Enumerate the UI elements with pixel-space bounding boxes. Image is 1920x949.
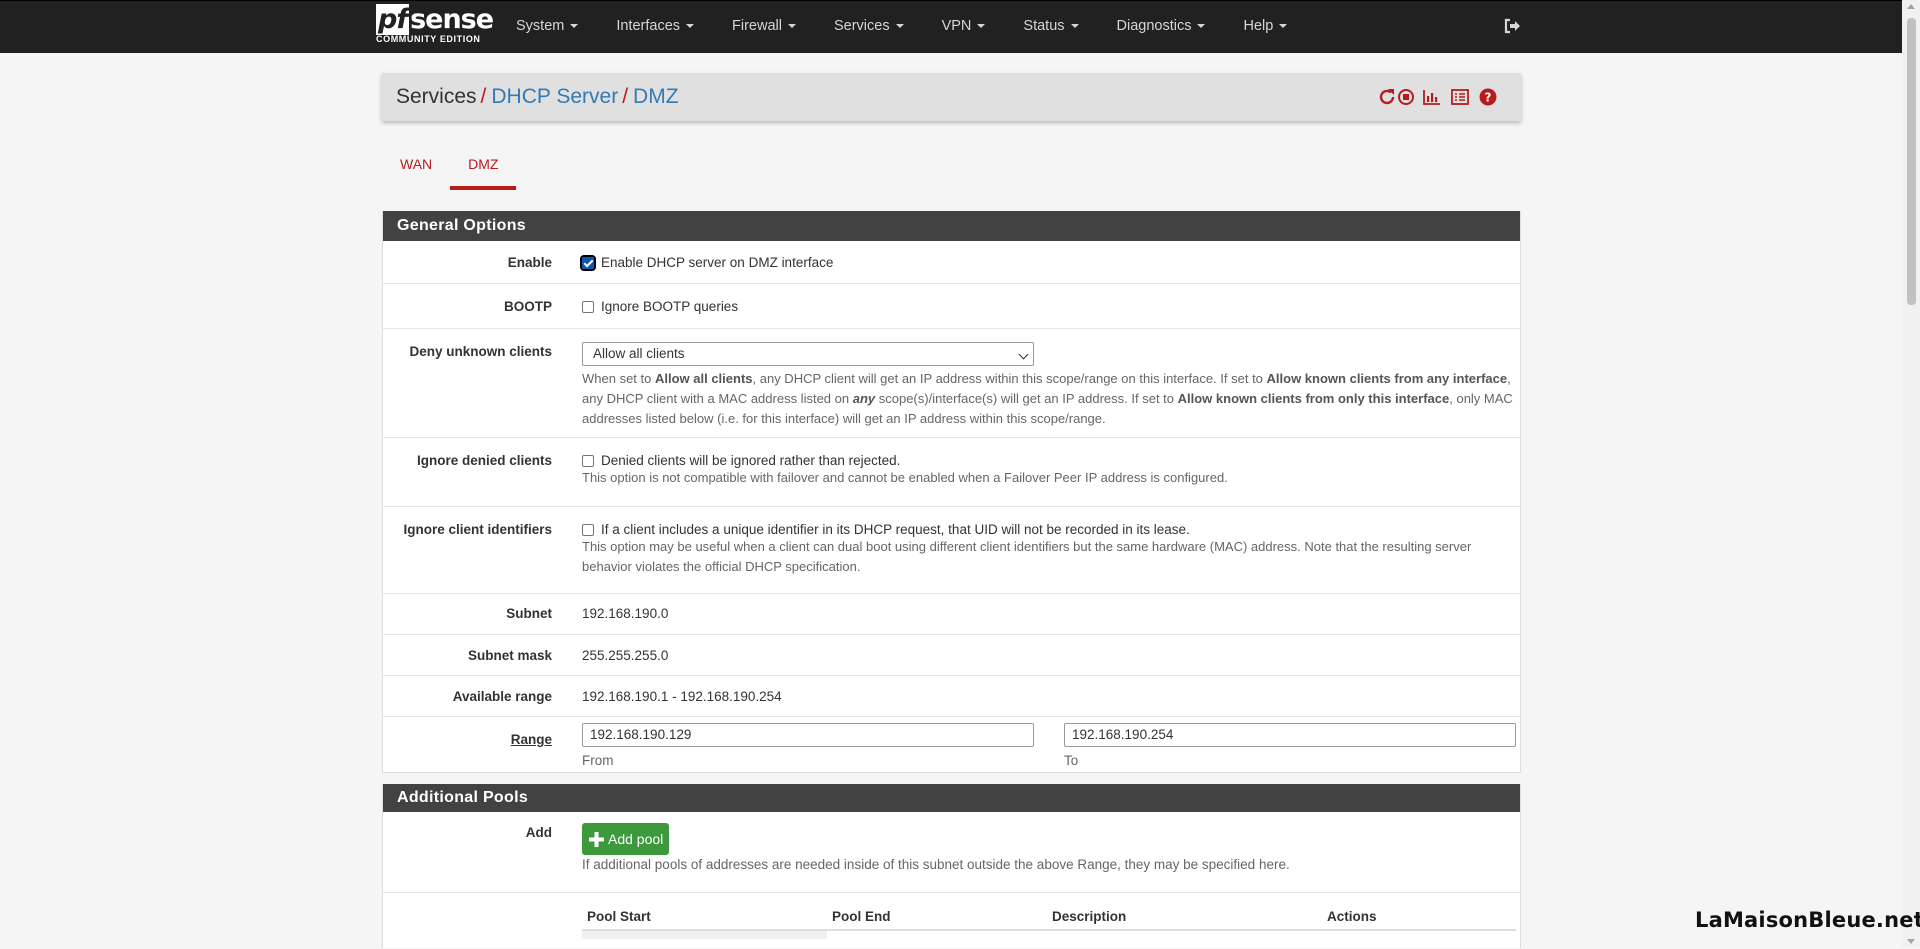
menu-status[interactable]: Status: [1004, 1, 1097, 53]
caret-down-icon: [895, 24, 904, 29]
chart-icon[interactable]: [1422, 87, 1442, 107]
general-options-panel: General Options Enable Enable DHCP serve…: [382, 211, 1521, 773]
menu-firewall[interactable]: Firewall: [713, 1, 815, 53]
checkbox-text: Ignore BOOTP queries: [601, 299, 739, 314]
field-label: Subnet: [506, 606, 552, 621]
watermark: LaMaisonBleue.net: [1695, 908, 1920, 932]
subnet-value: 192.168.190.0: [582, 606, 669, 621]
scroll-thumb[interactable]: [1907, 18, 1916, 305]
caret-down-icon: [1279, 24, 1288, 29]
field-label: Add: [525, 825, 552, 840]
row-available-range: Available range 192.168.190.1 - 192.168.…: [383, 676, 1520, 717]
row-subnet-mask: Subnet mask 255.255.255.0: [383, 635, 1520, 676]
enable-checkbox[interactable]: [580, 255, 596, 271]
range-from-label: From: [582, 753, 614, 768]
scroll-down-icon[interactable]: [1907, 939, 1915, 944]
col-pool-start: Pool Start: [587, 909, 651, 924]
chevron-down-icon: [1018, 349, 1029, 360]
range-to-label: To: [1064, 753, 1079, 768]
caret-down-icon: [977, 24, 986, 29]
caret-down-icon: [1197, 24, 1206, 29]
main-menu: System Interfaces Firewall Services VPN …: [497, 1, 1306, 53]
logo-edition: COMMUNITY EDITION: [376, 34, 481, 44]
range-to-input[interactable]: 192.168.190.254: [1064, 723, 1516, 747]
tab-dmz[interactable]: DMZ: [450, 150, 517, 190]
ignore-client-ids-checkbox[interactable]: [582, 524, 594, 536]
deny-unknown-select[interactable]: Allow all clients: [582, 342, 1034, 366]
field-label: BOOTP: [503, 299, 552, 314]
breadcrumb-dmz[interactable]: DMZ: [633, 85, 679, 108]
add-pool-button[interactable]: Add pool: [582, 823, 669, 855]
breadcrumb-services: Services: [396, 85, 477, 108]
breadcrumb-dhcp-server[interactable]: DHCP Server: [491, 85, 618, 108]
interface-tabs: WAN DMZ: [382, 150, 517, 190]
menu-diagnostics[interactable]: Diagnostics: [1098, 1, 1225, 53]
scroll-up-icon[interactable]: [1907, 4, 1915, 9]
col-pool-end: Pool End: [832, 909, 891, 924]
range-label-link[interactable]: Range: [383, 732, 552, 747]
row-ignore-client-ids: Ignore client identifiers If a client in…: [383, 507, 1520, 594]
logo-wordmark: pf sense: [376, 4, 494, 35]
row-ignore-denied: Ignore denied clients Denied clients wil…: [383, 438, 1520, 507]
row-subnet: Subnet 192.168.190.0: [383, 594, 1520, 635]
breadcrumb: Services / DHCP Server / DMZ: [396, 85, 679, 108]
col-description: Description: [1052, 909, 1127, 924]
checkbox-text: Enable DHCP server on DMZ interface: [601, 255, 834, 270]
top-navbar: pf sense COMMUNITY EDITION System Interfa…: [0, 0, 1902, 53]
row-range: Range 192.168.190.129 From 192.168.190.2…: [383, 717, 1520, 777]
add-pool-help: If additional pools of addresses are nee…: [582, 857, 1290, 872]
field-label: Enable: [507, 255, 552, 270]
logout-icon[interactable]: [1503, 17, 1521, 35]
list-icon[interactable]: [1450, 87, 1470, 107]
caret-down-icon: [570, 24, 579, 29]
ignore-denied-help: This option is not compatible with failo…: [582, 470, 1228, 485]
subnet-mask-value: 255.255.255.0: [582, 648, 669, 663]
refresh-icon[interactable]: [1378, 87, 1414, 107]
pfsense-logo[interactable]: pf sense COMMUNITY EDITION: [376, 4, 494, 50]
table-row: [582, 931, 827, 939]
field-label: Ignore denied clients: [416, 453, 552, 468]
field-label: Deny unknown clients: [409, 344, 552, 359]
field-label: Ignore client identifiers: [403, 522, 552, 537]
menu-system[interactable]: System: [497, 1, 597, 53]
tab-wan[interactable]: WAN: [382, 150, 450, 190]
pools-table: Pool Start Pool End Description Actions: [383, 893, 1520, 949]
page-scrollbar[interactable]: [1902, 0, 1920, 948]
menu-help[interactable]: Help: [1224, 1, 1306, 53]
caret-down-icon: [787, 24, 796, 29]
caret-down-icon: [1070, 24, 1079, 29]
svg-text:?: ?: [1485, 91, 1492, 105]
help-icon[interactable]: ?: [1478, 87, 1498, 107]
bootp-checkbox[interactable]: [582, 301, 594, 313]
checkbox-text: Denied clients will be ignored rather th…: [601, 453, 901, 468]
row-enable: Enable Enable DHCP server on DMZ interfa…: [383, 241, 1520, 284]
available-range-value: 192.168.190.1 - 192.168.190.254: [582, 689, 782, 704]
panel-title: General Options: [383, 211, 1520, 241]
deny-help-text: When set to Allow all clients, any DHCP …: [582, 371, 1513, 426]
checkbox-text: If a client includes a unique identifier…: [601, 522, 1190, 537]
pools-table-header: Pool Start Pool End Description Actions: [582, 893, 1516, 931]
menu-services[interactable]: Services: [815, 1, 923, 53]
breadcrumb-bar: Services / DHCP Server / DMZ ?: [382, 73, 1521, 121]
additional-pools-panel: Additional Pools Add Add pool If additio…: [382, 784, 1521, 948]
row-bootp: BOOTP Ignore BOOTP queries: [383, 284, 1520, 329]
menu-interfaces[interactable]: Interfaces: [597, 1, 713, 53]
plus-icon: [589, 832, 604, 847]
ignore-denied-checkbox[interactable]: [582, 455, 594, 467]
row-add-pool: Add Add pool If additional pools of addr…: [383, 812, 1520, 893]
field-label: Available range: [452, 689, 552, 704]
ignore-client-ids-help: This option may be useful when a client …: [582, 539, 1472, 574]
caret-down-icon: [686, 24, 695, 29]
panel-title: Additional Pools: [383, 784, 1520, 812]
field-label: Subnet mask: [467, 648, 552, 663]
breadcrumb-actions: ?: [1378, 87, 1498, 107]
range-from-input[interactable]: 192.168.190.129: [582, 723, 1034, 747]
row-deny-unknown: Deny unknown clients Allow all clients W…: [383, 329, 1520, 438]
col-actions: Actions: [1327, 909, 1377, 924]
menu-vpn[interactable]: VPN: [923, 1, 1005, 53]
